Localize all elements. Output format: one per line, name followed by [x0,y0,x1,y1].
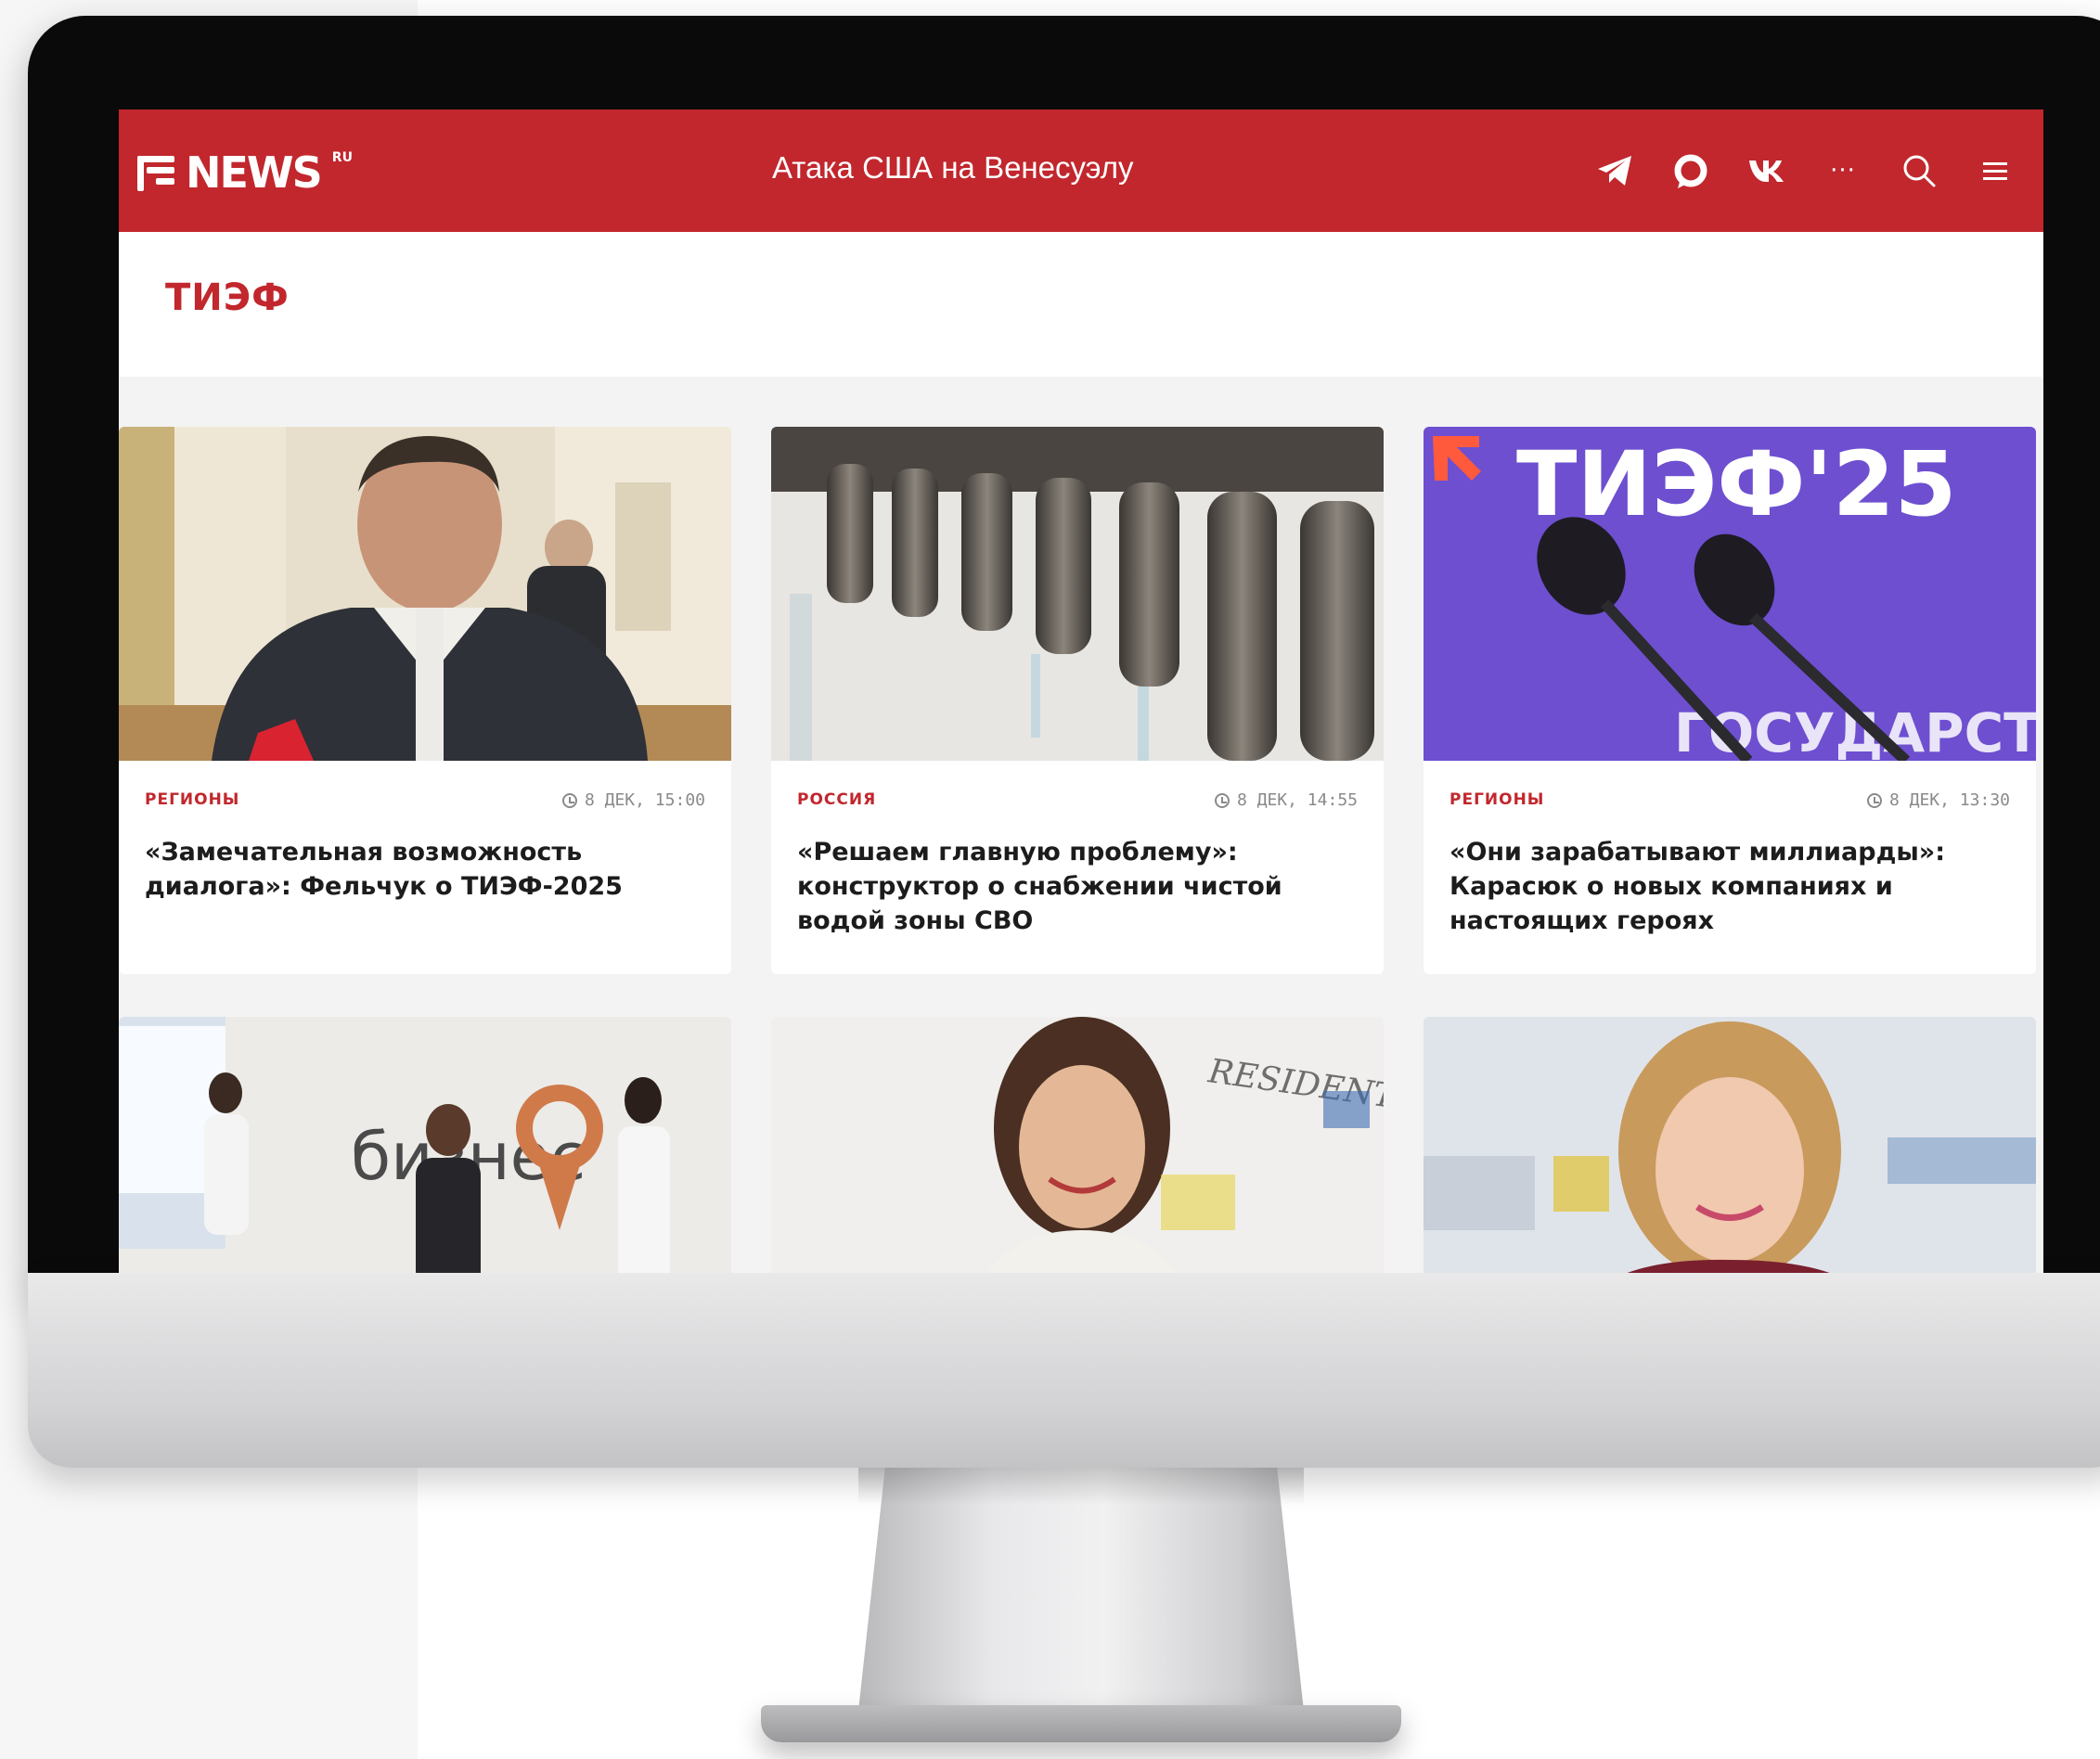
article-category[interactable]: РЕГИОНЫ [145,790,239,809]
article-photo: ТИЭФ'25 ГОСУДАРСТВО [1424,427,2036,761]
article-time: 8 ДЕК, 13:30 [1866,790,2010,810]
article-card[interactable]: RESIDENT [771,1017,1384,1273]
top-story-link[interactable]: Атака США на Венесуэлу [772,150,1134,186]
clock-icon [1214,792,1230,808]
article-time: 8 ДЕК, 14:55 [1214,790,1358,810]
site-logo[interactable]: NEWS RU [137,147,353,199]
article-card[interactable] [1424,1017,2036,1273]
article-time-text: 8 ДЕК, 14:55 [1236,790,1358,810]
article-title[interactable]: «Они зарабатывают миллиарды»: Карасюк о … [1449,835,2010,938]
browser-viewport: NEWS RU Атака США на Венесуэлу ··· ТИЭФ … [119,109,2043,1273]
header-icons: ··· [1566,143,2023,199]
article-photo [119,427,731,761]
monitor-stand-base [761,1705,1401,1742]
article-card[interactable]: бизнес [119,1017,731,1273]
article-card[interactable]: ТИЭФ'25 ГОСУДАРСТВО РЕГИОНЫ 8 ДЕК, 13:30… [1424,427,2036,974]
monitor-stand-shadow [858,1468,1304,1505]
article-card[interactable]: РЕГИОНЫ 8 ДЕК, 15:00 «Замечательная возм… [119,427,731,974]
article-meta: РЕГИОНЫ 8 ДЕК, 15:00 [145,790,705,813]
clock-icon [561,792,577,808]
article-title[interactable]: «Решаем главную проблему»: конструктор о… [797,835,1358,938]
logo-superscript: RU [331,150,353,165]
more-icon[interactable]: ··· [1815,143,1871,199]
article-category[interactable]: РОССИЯ [797,790,876,809]
article-time: 8 ДЕК, 15:00 [561,790,705,810]
article-category[interactable]: РЕГИОНЫ [1449,790,1544,809]
vk-icon[interactable] [1739,143,1795,199]
article-photo [1424,1017,2036,1273]
logo-text: NEWS [186,148,323,198]
search-icon[interactable] [1891,143,1947,199]
article-time-text: 8 ДЕК, 13:30 [1888,790,2010,810]
article-photo [771,427,1384,761]
site-header: NEWS RU Атака США на Венесуэлу ··· [119,109,2043,232]
menu-icon[interactable] [1967,143,2023,199]
article-photo: RESIDENT [771,1017,1384,1273]
section-header: ТИЭФ [119,232,2043,377]
section-title: ТИЭФ [165,276,290,319]
article-time-text: 8 ДЕК, 15:00 [584,790,705,810]
clock-icon [1866,792,1882,808]
telegram-icon[interactable] [1587,143,1643,199]
article-meta: РЕГИОНЫ 8 ДЕК, 13:30 [1449,790,2010,813]
article-meta: РОССИЯ 8 ДЕК, 14:55 [797,790,1358,813]
article-card[interactable]: РОССИЯ 8 ДЕК, 14:55 «Решаем главную проб… [771,427,1384,974]
logo-mark-icon [137,154,176,191]
article-photo: бизнес [119,1017,731,1273]
monitor-chin [28,1273,2100,1468]
article-title[interactable]: «Замечательная возможность диалога»: Фел… [145,835,705,904]
max-messenger-icon[interactable] [1663,143,1719,199]
